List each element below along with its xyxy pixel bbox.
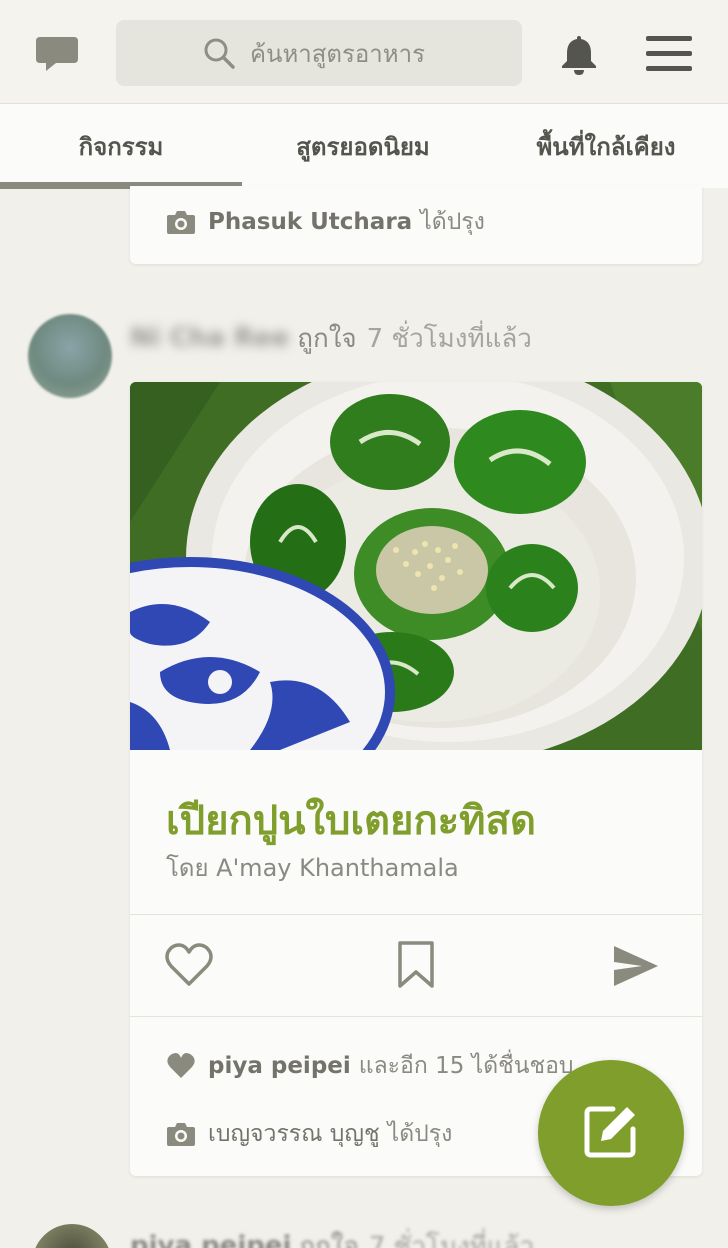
- chat-bubble-icon[interactable]: [34, 33, 80, 75]
- cooked-action: ได้ปรุง: [420, 209, 485, 235]
- tab-popular-recipes[interactable]: สูตรยอดนิยม: [242, 104, 484, 188]
- top-bar: ค้นหาสูตรอาหาร: [0, 0, 728, 104]
- feed-action: ถูกใจ: [299, 1231, 359, 1248]
- avatar[interactable]: [32, 1224, 112, 1248]
- bell-icon[interactable]: [558, 32, 600, 76]
- cooked-action: ได้ปรุง: [387, 1121, 453, 1147]
- feed-user[interactable]: Ni Cha Ree: [130, 323, 289, 353]
- search-icon: [202, 36, 236, 70]
- search-bar[interactable]: ค้นหาสูตรอาหาร: [116, 20, 522, 86]
- cooked-user[interactable]: เบญจวรรณ บุญชู: [208, 1116, 380, 1152]
- tab-nearby[interactable]: พื้นที่ใกล้เคียง: [484, 104, 728, 188]
- heart-outline-icon[interactable]: [164, 942, 214, 992]
- divider: [130, 914, 702, 915]
- likes-row[interactable]: piya peipei และอีก 15 ได้ชื่นชอบ: [166, 1048, 574, 1084]
- feed-timestamp: 7 ชั่วโมงที่แล้ว: [366, 323, 532, 354]
- recipe-card: เปียกปูนใบเตยกะทิสด โดย A'may Khanthamal…: [130, 382, 702, 1176]
- bookmark-icon[interactable]: [396, 940, 436, 994]
- feed-header: piya peipei ถูกใจ 7 ชั่วโมงที่แล้ว: [130, 1226, 534, 1248]
- likes-text: และอีก 15 ได้ชื่นชอบ: [358, 1053, 574, 1079]
- tab-activity[interactable]: กิจกรรม: [0, 104, 242, 188]
- divider: [130, 1016, 702, 1017]
- camera-icon: [166, 1120, 196, 1148]
- heart-icon: [166, 1052, 196, 1080]
- hamburger-menu-icon[interactable]: [644, 34, 694, 74]
- cooked-row[interactable]: Phasuk Utchara ได้ปรุง: [166, 204, 485, 240]
- previous-feed-card: Phasuk Utchara ได้ปรุง: [130, 186, 702, 264]
- feed-header: Ni Cha Ree ถูกใจ 7 ชั่วโมงที่แล้ว: [130, 318, 532, 358]
- feed-user[interactable]: piya peipei: [130, 1231, 291, 1248]
- recipe-photo[interactable]: [130, 382, 702, 827]
- send-icon[interactable]: [612, 944, 660, 992]
- cooked-user[interactable]: Phasuk Utchara: [208, 209, 412, 235]
- feed-timestamp: 7 ชั่วโมงที่แล้ว: [368, 1231, 535, 1248]
- compose-button[interactable]: [538, 1060, 684, 1206]
- likes-user[interactable]: piya peipei: [208, 1053, 351, 1079]
- recipe-title[interactable]: เปียกปูนใบเตยกะทิสด: [166, 788, 536, 852]
- compose-icon: [583, 1103, 639, 1163]
- cooked-row[interactable]: เบญจวรรณ บุญชู ได้ปรุง: [166, 1116, 452, 1152]
- tab-bar: กิจกรรม สูตรยอดนิยม พื้นที่ใกล้เคียง: [0, 104, 728, 189]
- search-placeholder: ค้นหาสูตรอาหาร: [250, 39, 425, 68]
- avatar[interactable]: [28, 314, 112, 398]
- feed-action: ถูกใจ: [297, 323, 357, 354]
- recipe-author[interactable]: โดย A'may Khanthamala: [166, 848, 459, 887]
- camera-icon: [166, 208, 196, 236]
